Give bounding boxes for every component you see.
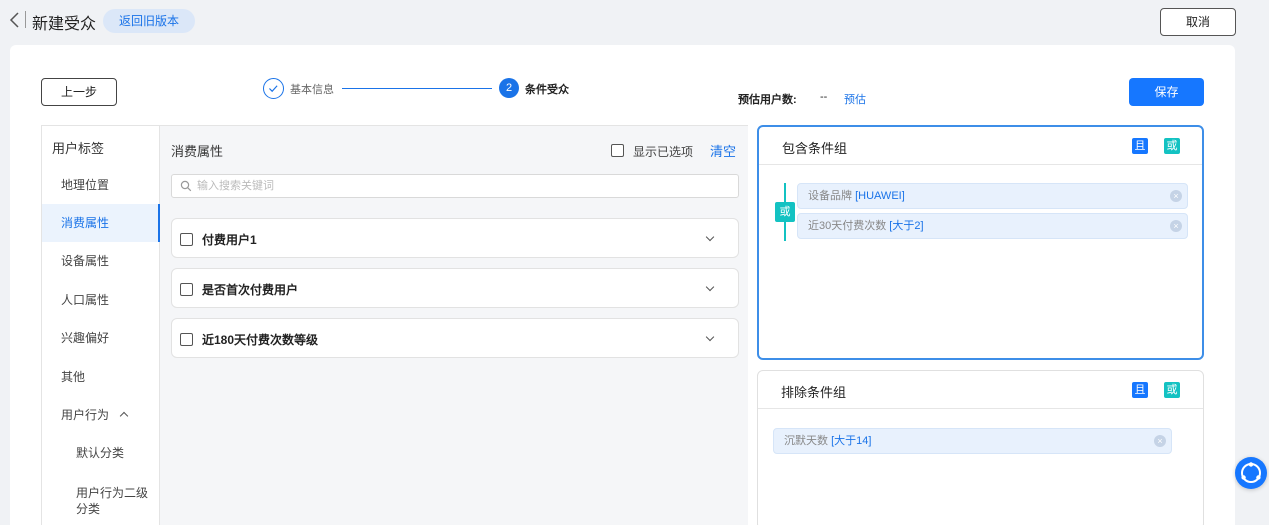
sidebar-item-other[interactable]: 其他	[42, 358, 160, 396]
sidebar-item-label: 其他	[61, 370, 86, 384]
or-connector-badge[interactable]: 或	[775, 202, 795, 222]
sidebar-item-label: 地理位置	[61, 178, 110, 192]
sidebar-item-label: 默认分类	[76, 446, 125, 460]
sidebar-item-device[interactable]: 设备属性	[42, 242, 160, 280]
sidebar-title: 用户标签	[52, 141, 105, 156]
chevron-down-icon[interactable]	[705, 332, 715, 342]
sidebar-item-label: 消费属性	[61, 216, 110, 230]
clear-button[interactable]: 清空	[710, 141, 736, 160]
return-old-version-button[interactable]: 返回旧版本	[103, 9, 195, 33]
chevron-down-icon[interactable]	[705, 232, 715, 242]
close-icon[interactable]: ×	[1154, 435, 1166, 447]
help-float-button[interactable]	[1235, 457, 1267, 489]
step-1-label: 基本信息	[290, 84, 334, 96]
attribute-label: 付费用户1	[202, 233, 257, 247]
condition-tag[interactable]: 沉默天数 [大于14] ×	[773, 428, 1172, 454]
sidebar-item-location[interactable]: 地理位置	[42, 166, 160, 204]
top-bar: 新建受众 返回旧版本 取消	[0, 0, 1269, 44]
or-operator-button[interactable]: 或	[1164, 382, 1180, 398]
condition-name: 设备品牌	[808, 190, 856, 202]
sidebar-item-demographic[interactable]: 人口属性	[42, 281, 160, 319]
condition-tag[interactable]: 设备品牌 [HUAWEI] ×	[797, 183, 1188, 209]
exclude-condition-group[interactable]: 排除条件组 且 或 沉默天数 [大于14] ×	[757, 370, 1204, 525]
step-connector	[342, 88, 492, 89]
previous-step-button[interactable]: 上一步	[41, 78, 117, 106]
estimate-label: 预估用户数:	[738, 94, 797, 106]
close-icon[interactable]: ×	[1170, 190, 1182, 202]
and-operator-button[interactable]: 且	[1132, 382, 1148, 398]
group-header: 包含条件组 且 或	[759, 127, 1202, 165]
sidebar-item-user-behavior[interactable]: 用户行为	[42, 396, 160, 434]
chevron-up-icon	[119, 411, 129, 421]
group-title: 包含条件组	[782, 141, 848, 156]
sidebar-item-label: 兴趣偏好	[61, 331, 110, 345]
show-selected-checkbox[interactable]	[611, 144, 624, 157]
condition-value: [HUAWEI]	[855, 190, 905, 202]
tag-sidebar: 用户标签 地理位置 消费属性 设备属性 人口属性 兴趣偏好 其他 用户行为 默认…	[42, 126, 160, 525]
step-2-number: 2	[499, 78, 519, 98]
step-1-check-icon	[263, 78, 284, 99]
condition-value: [大于2]	[889, 220, 924, 232]
show-selected-label: 显示已选项	[633, 145, 694, 159]
attribute-checkbox[interactable]	[180, 283, 193, 296]
search-box	[171, 174, 739, 198]
attribute-label: 近180天付费次数等级	[202, 333, 319, 347]
sidebar-item-label: 人口属性	[61, 293, 110, 307]
sidebar-item-behavior-subcategory[interactable]: 用户行为二级分类	[42, 477, 152, 521]
condition-name: 近30天付费次数	[808, 220, 890, 232]
step-2-label: 条件受众	[525, 84, 569, 96]
include-condition-group[interactable]: 包含条件组 且 或 或 设备品牌 [HUAWEI] × 近30天付费次数 [大于…	[757, 125, 1204, 360]
search-icon	[180, 180, 192, 192]
condition-name: 沉默天数	[784, 435, 832, 447]
assistant-icon	[1241, 462, 1261, 483]
group-header: 排除条件组 且 或	[758, 371, 1203, 409]
attribute-list-area: 消费属性 显示已选项 清空 付费用户1 是否首次付费用户 近180天付费次数等级	[160, 126, 748, 525]
sidebar-item-label: 用户行为二级分类	[76, 486, 149, 516]
attribute-label: 是否首次付费用户	[202, 283, 299, 297]
sidebar-item-default-category[interactable]: 默认分类	[42, 434, 160, 472]
attribute-row[interactable]: 付费用户1	[171, 218, 739, 258]
sidebar-item-consumption[interactable]: 消费属性	[42, 204, 160, 242]
attribute-row[interactable]: 近180天付费次数等级	[171, 318, 739, 358]
attribute-checkbox[interactable]	[180, 233, 193, 246]
content-title: 消费属性	[171, 144, 224, 159]
estimate-link[interactable]: 预估	[844, 91, 866, 107]
sidebar-item-interest[interactable]: 兴趣偏好	[42, 319, 160, 357]
sidebar-item-label: 设备属性	[61, 254, 110, 268]
save-button[interactable]: 保存	[1129, 78, 1204, 106]
sidebar-item-label: 用户行为	[61, 408, 110, 422]
close-icon[interactable]: ×	[1170, 220, 1182, 232]
page-title: 新建受众	[32, 16, 97, 33]
and-operator-button[interactable]: 且	[1132, 138, 1148, 154]
cancel-button[interactable]: 取消	[1160, 8, 1236, 36]
chevron-down-icon[interactable]	[705, 282, 715, 292]
attribute-row[interactable]: 是否首次付费用户	[171, 268, 739, 308]
search-input[interactable]	[197, 175, 727, 197]
or-operator-button[interactable]: 或	[1164, 138, 1180, 154]
title-divider	[25, 11, 26, 28]
back-arrow-icon[interactable]	[8, 11, 22, 29]
tag-selector-panel: 用户标签 地理位置 消费属性 设备属性 人口属性 兴趣偏好 其他 用户行为 默认…	[41, 125, 748, 525]
attribute-checkbox[interactable]	[180, 333, 193, 346]
condition-value: [大于14]	[831, 435, 872, 447]
condition-tag[interactable]: 近30天付费次数 [大于2] ×	[797, 213, 1188, 239]
estimate-value: --	[820, 91, 828, 103]
group-title: 排除条件组	[781, 385, 847, 400]
